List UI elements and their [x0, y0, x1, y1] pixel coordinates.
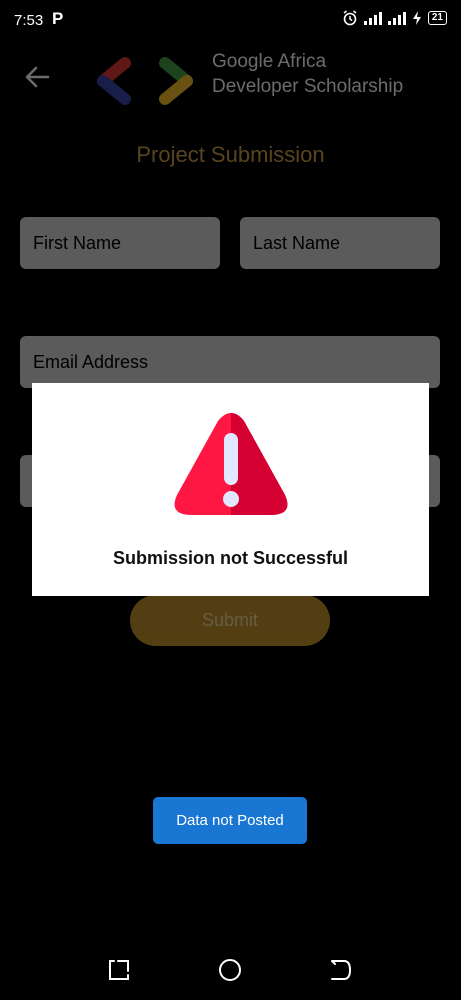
charging-icon: [412, 11, 421, 25]
first-name-field[interactable]: First Name: [20, 217, 220, 269]
brand-title: Google Africa Developer Scholarship: [212, 49, 403, 99]
developer-logo: [97, 57, 193, 105]
navigation-bar: [0, 940, 461, 1000]
dialog-message: Submission not Successful: [112, 548, 349, 568]
arrow-left-icon[interactable]: [22, 62, 52, 92]
brand-line-2: Developer Scholarship: [212, 76, 404, 97]
back-icon[interactable]: [328, 957, 354, 983]
status-time: 7:53: [14, 12, 44, 29]
last-name-field[interactable]: Last Name: [240, 217, 440, 269]
signal-icon: [363, 12, 382, 25]
error-dialog[interactable]: Submission not Successful: [32, 383, 429, 596]
page-title: Project Submission: [136, 142, 325, 167]
status-icons: 21: [342, 10, 447, 26]
app-indicator: P: [52, 9, 64, 28]
submit-button[interactable]: Submit: [130, 595, 330, 646]
brand-line-1: Google Africa: [212, 51, 327, 72]
battery-icon: 21: [427, 11, 447, 25]
alarm-icon: [343, 10, 357, 26]
warning-icon: [174, 413, 288, 515]
toast-message: Data not Posted: [153, 797, 307, 844]
status-bar: 7:53 P 21: [0, 0, 461, 40]
signal-icon: [387, 12, 406, 25]
email-field[interactable]: Email Address: [20, 336, 440, 388]
home-icon[interactable]: [217, 957, 243, 983]
recent-apps-icon[interactable]: [106, 957, 132, 983]
